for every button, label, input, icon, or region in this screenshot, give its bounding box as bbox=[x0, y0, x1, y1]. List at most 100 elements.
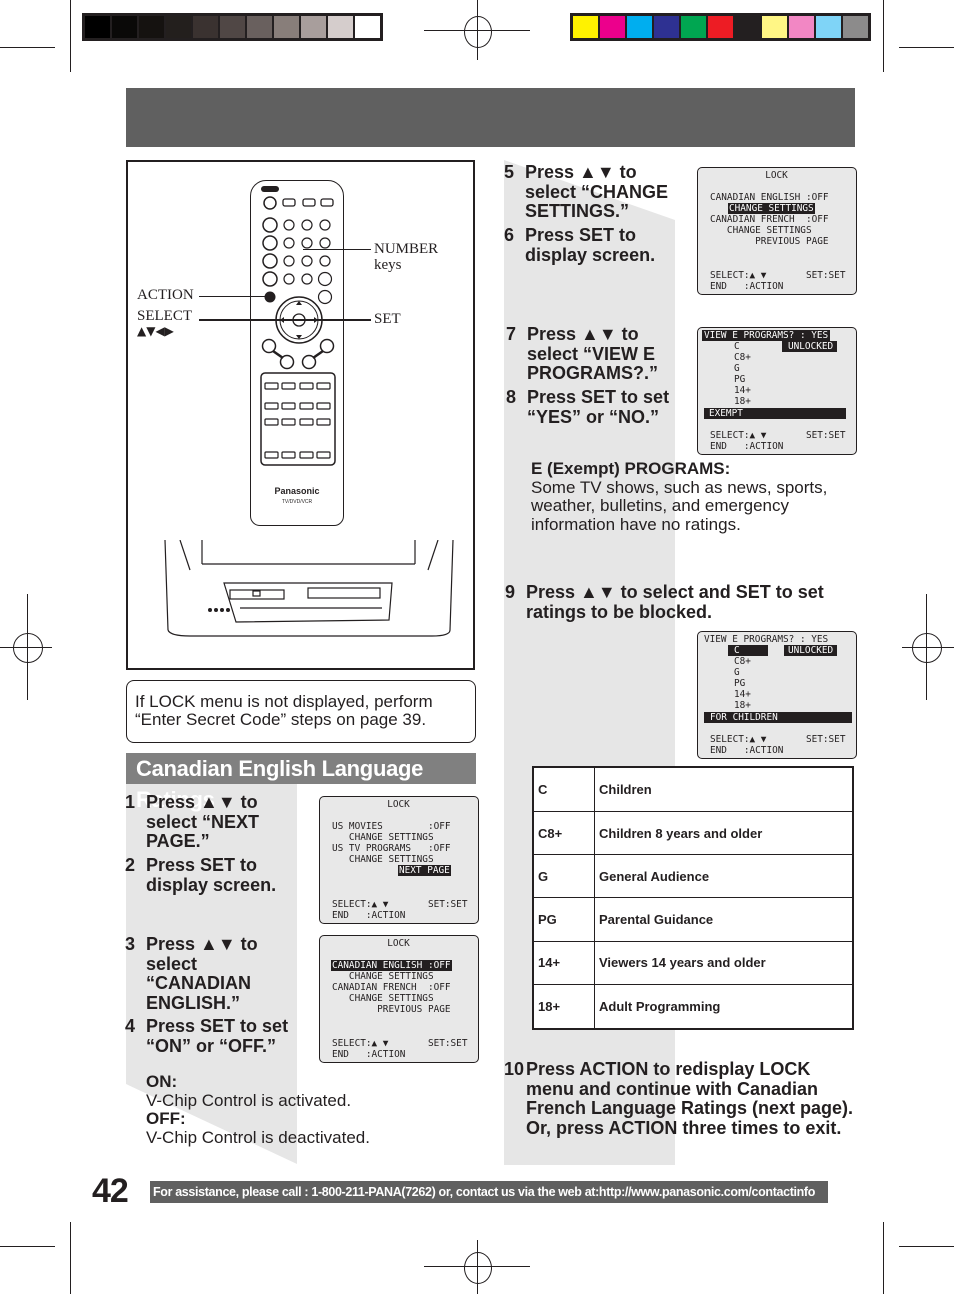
osd-lock-page1: LOCK US MOVIES :OFF CHANGE SETTINGS US T… bbox=[319, 796, 479, 924]
table-row: 14+ Viewers 14 years and older bbox=[532, 940, 854, 985]
gray-swatch bbox=[139, 16, 164, 38]
rating-description: Children 8 years and older bbox=[594, 811, 854, 856]
color-swatch bbox=[654, 16, 679, 38]
callout-line bbox=[303, 249, 371, 250]
page-number: 42 bbox=[92, 1172, 129, 1210]
osd-view-e-children: VIEW E PROGRAMS? : YES C UNLOCKED C8+ G … bbox=[697, 631, 857, 759]
gray-swatch bbox=[85, 16, 110, 38]
callout-select-arrows: ▲▼◀▶ bbox=[137, 324, 174, 338]
osd-footer: SELECT:▲ ▼ SET:SET bbox=[710, 270, 846, 281]
osd-rating: G bbox=[734, 363, 740, 374]
crop-mark bbox=[883, 1222, 884, 1294]
registration-mark bbox=[13, 633, 43, 663]
osd-footer: END :ACTION bbox=[710, 745, 784, 756]
gray-swatch bbox=[328, 16, 353, 38]
color-swatch bbox=[681, 16, 706, 38]
step-number: 4 bbox=[125, 1016, 136, 1036]
osd-rating: C bbox=[734, 341, 740, 352]
tv-unit-illustration bbox=[164, 540, 454, 637]
color-calibration-bar bbox=[570, 13, 871, 41]
osd-line: CHANGE SETTINGS bbox=[332, 832, 434, 843]
callout-select: SELECT bbox=[137, 308, 192, 324]
remote-control: Panasonic TV/DVD/VCR bbox=[250, 180, 344, 526]
osd-footer: END :ACTION bbox=[710, 441, 784, 452]
gray-swatch bbox=[166, 16, 191, 38]
on-label: ON: bbox=[146, 1072, 178, 1091]
callout-set: SET bbox=[374, 311, 401, 327]
off-text: V-Chip Control is deactivated. bbox=[146, 1127, 370, 1147]
osd-line: CANADIAN FRENCH :OFF bbox=[332, 982, 451, 993]
crop-mark bbox=[0, 1246, 55, 1247]
lock-menu-note: If LOCK menu is not displayed, perform “… bbox=[126, 680, 476, 743]
osd-lock-canadian-english: LOCK CANADIAN ENGLISH :OFF CHANGE SETTIN… bbox=[319, 935, 479, 1063]
osd-header: VIEW E PROGRAMS? : YES bbox=[704, 634, 829, 645]
callout-line bbox=[299, 319, 371, 321]
osd-footer: SELECT:▲ ▼ SET:SET bbox=[710, 734, 846, 745]
crop-mark bbox=[0, 47, 55, 48]
step-text: Press ▲▼ to select and SET to set rating… bbox=[526, 582, 824, 622]
step-text: Press SET to set “YES” or “NO.” bbox=[527, 387, 670, 427]
osd-highlight-change-settings: CHANGE SETTINGS bbox=[728, 203, 815, 214]
exempt-programs-note: E (Exempt) PROGRAMS: Some TV shows, such… bbox=[531, 459, 851, 534]
osd-highlight-canadian-english: CANADIAN ENGLISH :OFF bbox=[331, 960, 452, 971]
osd-rating: 14+ bbox=[734, 385, 751, 396]
step-number: 7 bbox=[506, 324, 517, 344]
step-text: Press ▲▼ to select “VIEW E PROGRAMS?.” bbox=[527, 324, 659, 383]
crop-mark bbox=[899, 1246, 954, 1247]
grayscale-calibration-bar bbox=[82, 13, 383, 41]
osd-title: LOCK bbox=[765, 170, 788, 181]
step-text: Press ▲▼ to select “CHANGE SETTINGS.” bbox=[525, 162, 669, 221]
osd-view-e-exempt: VIEW E PROGRAMS? : YES UNLOCKED C C8+ G … bbox=[697, 327, 857, 455]
rating-description: Adult Programming bbox=[594, 983, 854, 1030]
rating-code: C8+ bbox=[532, 811, 595, 856]
color-swatch bbox=[762, 16, 787, 38]
osd-rating: C8+ bbox=[734, 656, 751, 667]
crop-mark bbox=[899, 47, 954, 48]
gray-swatch bbox=[220, 16, 245, 38]
step-text: Press SET to set “ON” or “OFF.” bbox=[146, 1016, 289, 1056]
osd-highlight-rating-c: C bbox=[728, 645, 768, 656]
rating-code: 14+ bbox=[532, 940, 595, 985]
gray-swatch bbox=[247, 16, 272, 38]
rating-code: PG bbox=[532, 897, 595, 942]
osd-status: UNLOCKED bbox=[782, 341, 838, 352]
osd-rating: G bbox=[734, 667, 740, 678]
table-row: C Children bbox=[532, 766, 854, 813]
color-swatch bbox=[735, 16, 760, 38]
osd-footer: END :ACTION bbox=[332, 1049, 406, 1060]
color-swatch bbox=[816, 16, 841, 38]
step-text: Press SET to display screen. bbox=[146, 855, 277, 895]
off-label: OFF: bbox=[146, 1109, 186, 1128]
step-text: Press SET to display screen. bbox=[525, 225, 656, 265]
osd-title: LOCK bbox=[387, 938, 410, 949]
gray-swatch bbox=[301, 16, 326, 38]
step-text: Press ▲▼ to select “NEXT PAGE.” bbox=[146, 792, 260, 851]
osd-line: CHANGE SETTINGS bbox=[332, 971, 434, 982]
color-swatch bbox=[573, 16, 598, 38]
step-text: Press ▲▼ to select “CANADIAN ENGLISH.” bbox=[146, 934, 258, 1013]
color-swatch bbox=[600, 16, 625, 38]
osd-footer: SELECT:▲ ▼ SET:SET bbox=[332, 1038, 468, 1049]
step-text: Press ACTION to redisplay LOCK menu and … bbox=[526, 1059, 854, 1138]
color-swatch bbox=[843, 16, 868, 38]
rating-description: Children bbox=[594, 766, 854, 813]
osd-rating: 18+ bbox=[734, 396, 751, 407]
callout-action: ACTION bbox=[137, 287, 194, 303]
rating-code: 18+ bbox=[532, 983, 595, 1030]
color-swatch bbox=[789, 16, 814, 38]
registration-mark bbox=[464, 1252, 492, 1284]
rating-code: G bbox=[532, 854, 595, 899]
remote-buttons bbox=[260, 186, 336, 466]
crop-mark bbox=[70, 0, 71, 72]
remote-model: TV/DVD/VCR bbox=[281, 499, 313, 505]
osd-highlight-for-children: FOR CHILDREN bbox=[704, 712, 852, 723]
section-title: Canadian English Language Ratings bbox=[126, 753, 476, 812]
callout-line bbox=[199, 319, 299, 321]
osd-line: CHANGE SETTINGS bbox=[710, 225, 812, 236]
rating-code: C bbox=[532, 766, 595, 813]
osd-line: US MOVIES :OFF bbox=[332, 821, 451, 832]
callout-number-keys: NUMBER keys bbox=[374, 241, 439, 273]
gray-swatch bbox=[274, 16, 299, 38]
registration-mark bbox=[912, 633, 942, 663]
osd-line: CHANGE SETTINGS bbox=[332, 993, 434, 1004]
